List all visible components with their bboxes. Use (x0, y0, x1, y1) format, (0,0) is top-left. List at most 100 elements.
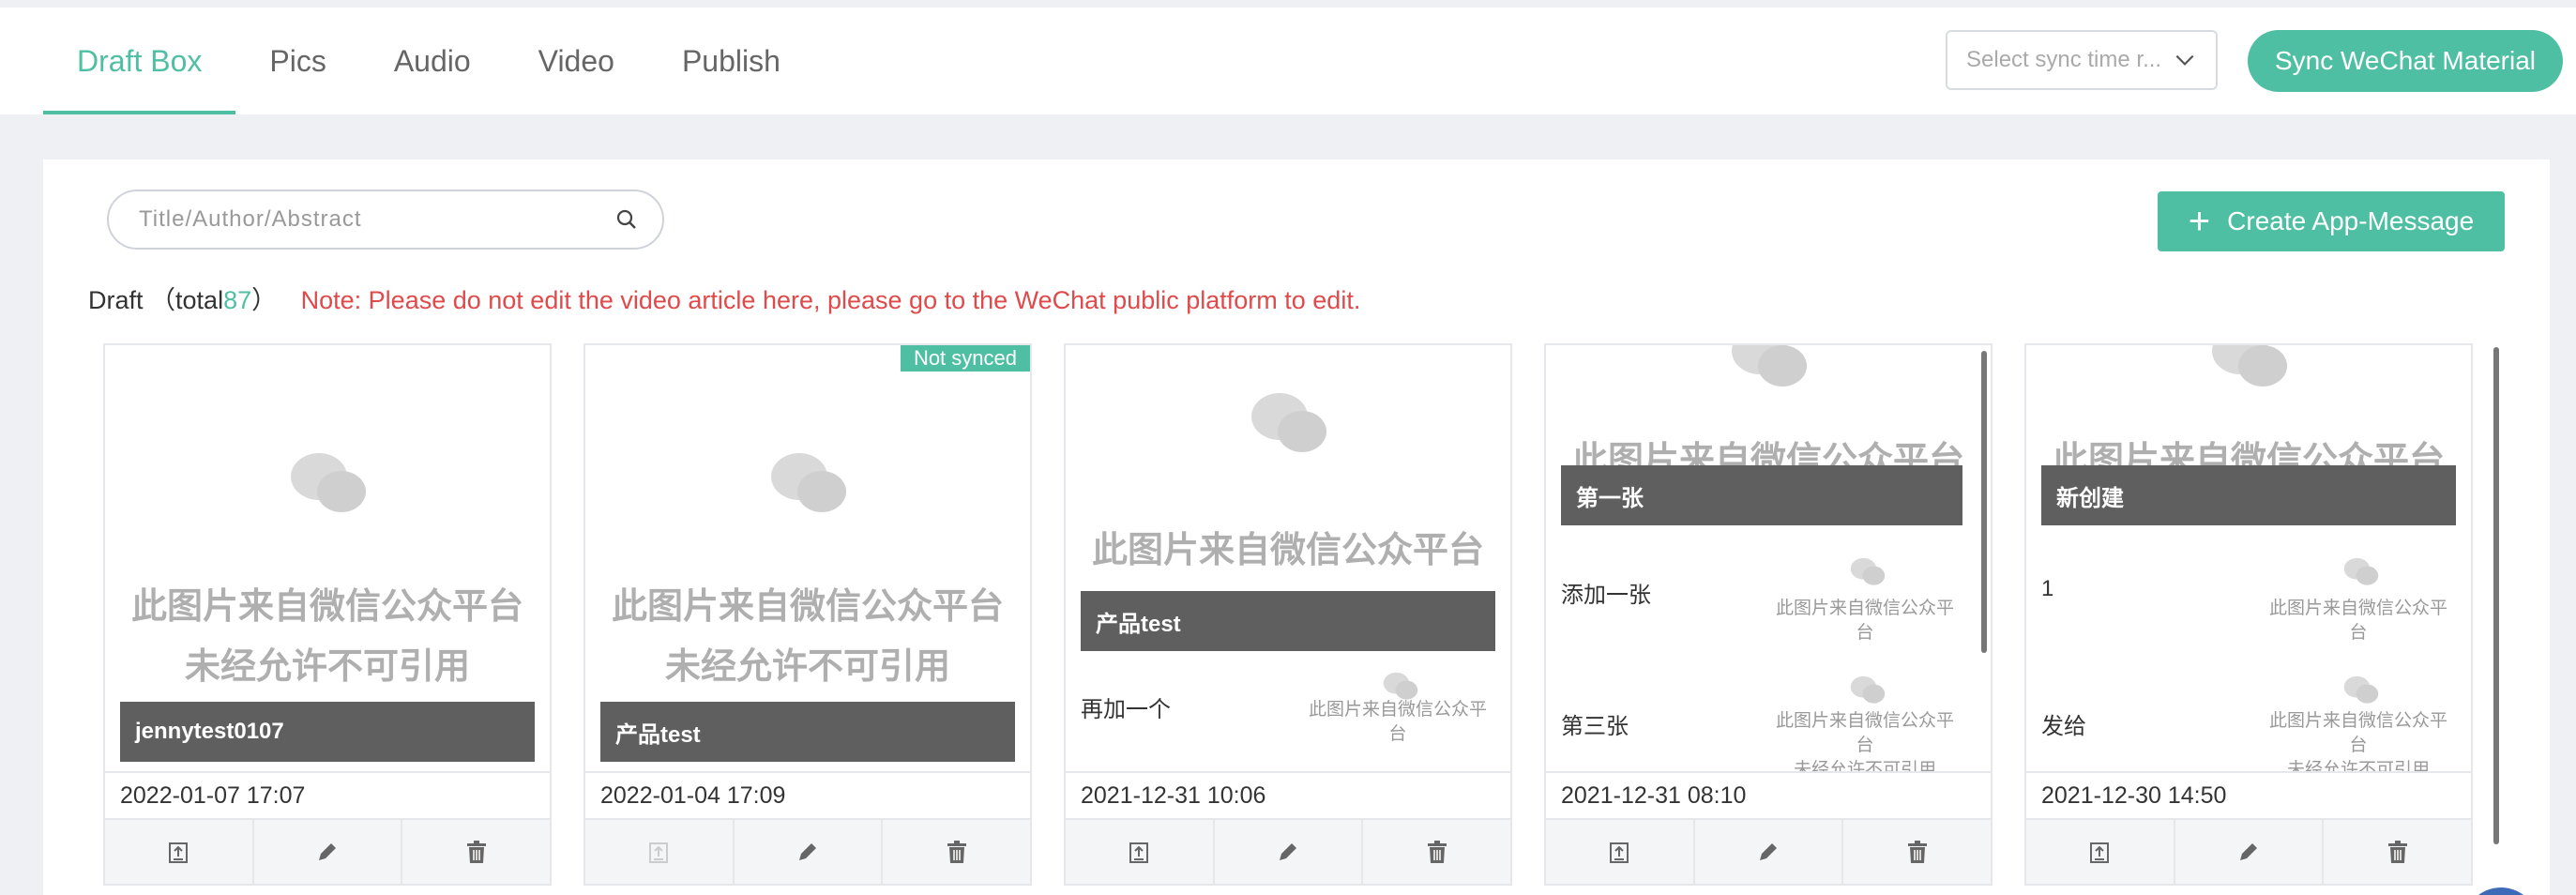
edit-pencil-icon (799, 843, 816, 860)
cover-image: 此图片来自微信公众平台未经允许不可引用 产品test 再加一个 此图片来自微信公… (1066, 345, 1510, 771)
card-date: 2022-01-07 17:07 (105, 771, 550, 818)
mini-placeholder: 此图片来自微信公众平台未经允许不可引用 (1767, 597, 1962, 644)
draft-card[interactable]: 此图片来自微信公众平台 第一张 添加一张 此图片来自微信公众平台未经允许不可引用… (1544, 343, 1993, 886)
total-prefix: （total (150, 286, 224, 314)
search-input[interactable] (139, 206, 615, 233)
delete-button[interactable] (1843, 820, 1991, 884)
mini-placeholder: 此图片来自微信公众平台未经允许不可引用 (1300, 698, 1495, 745)
placeholder-line-2: 未经允许不可引用 (664, 645, 950, 687)
draft-label: Draft (88, 286, 144, 314)
video-edit-note: Note: Please do not edit the video artic… (300, 286, 1361, 314)
sub-article[interactable]: 添加一张 此图片来自微信公众平台未经允许不可引用 (1561, 540, 1962, 643)
sub-article[interactable]: 再加一个 此图片来自微信公众平台未经允许不可引用 (1081, 670, 1495, 745)
wechat-logo-icon (1732, 345, 1807, 387)
delete-button[interactable] (402, 820, 550, 884)
mini-placeholder: 此图片来自微信公众平台未经允许不可引用 (2261, 597, 2456, 644)
edit-pencil-icon (1760, 843, 1777, 860)
mini-placeholder: 此图片来自微信公众平台未经允许不可引用 (1767, 709, 1962, 771)
tab-video[interactable]: Video (505, 8, 648, 114)
delete-button[interactable] (883, 820, 1030, 884)
sync-button[interactable] (1066, 820, 1215, 884)
placeholder-line-2: 未经允许不可引用 (184, 645, 470, 687)
mini-line-1: 此图片来自微信公众平台 (1775, 599, 1954, 643)
create-app-message-button[interactable]: + Create App-Message (2158, 191, 2505, 251)
delete-trash-icon (1427, 841, 1447, 863)
delete-button[interactable] (1363, 820, 1510, 884)
sub-article-title: 发给 (2041, 714, 2086, 739)
edit-button[interactable] (1695, 820, 1844, 884)
sub-article[interactable]: 发给 此图片来自微信公众平台 未经允许不可引用 (2041, 666, 2456, 771)
sync-button[interactable] (2026, 820, 2175, 884)
article-title: jennytest0107 (120, 702, 535, 762)
wechat-logo-icon (2343, 557, 2379, 585)
cover-image: 此图片来自微信公众平台 新创建 1 此图片来自微信公众平台未经允许不可引用 发给… (2026, 345, 2471, 771)
tab-draft-box[interactable]: Draft Box (43, 8, 236, 114)
draft-card[interactable]: 此图片来自微信公众平台 未经允许不可引用 产品test Not synced 20… (583, 343, 1032, 886)
sub-article-thumb: 此图片来自微信公众平台未经允许不可引用 (2261, 666, 2456, 771)
draft-card[interactable]: 此图片来自微信公众平台未经允许不可引用 产品test 再加一个 此图片来自微信公… (1064, 343, 1512, 886)
sub-article-thumb: 此图片来自微信公众平台未经允许不可引用 (1300, 670, 1495, 745)
search-icon[interactable] (615, 208, 638, 231)
mini-placeholder: 此图片来自微信公众平台未经允许不可引用 (2261, 709, 2456, 771)
sync-time-select[interactable]: Select sync time r... (1946, 30, 2218, 90)
edit-button[interactable] (2175, 820, 2325, 884)
delete-button[interactable] (2324, 820, 2471, 884)
wechat-logo-icon (1251, 393, 1326, 452)
cover-image: 此图片来自微信公众平台 未经允许不可引用 产品test (585, 345, 1030, 771)
article-title: 产品test (600, 702, 1015, 762)
sync-upload-icon (169, 842, 189, 863)
search-box (107, 190, 664, 250)
edit-pencil-icon (1280, 843, 1296, 860)
wechat-logo-icon (771, 453, 846, 512)
draft-card[interactable]: 此图片来自微信公众平台 未经允许不可引用 jennytest0107 2022-0… (103, 343, 552, 886)
wechat-logo-icon (1383, 672, 1418, 700)
list-scrollbar[interactable] (2493, 347, 2499, 844)
top-tab-bar: Draft Box Pics Audio Video Publish Selec… (0, 8, 2576, 114)
not-synced-badge: Not synced (900, 345, 1030, 372)
mini-line-1: 此图片来自微信公众平台 (1308, 700, 1487, 744)
sub-article[interactable]: 第三张 此图片来自微信公众平台未经允许不可引用 (1561, 666, 1962, 771)
card-actions (1546, 818, 1991, 884)
card-actions (1066, 818, 1510, 884)
placeholder-caption: 此图片来自微信公众平台未经允许不可引用 (105, 576, 550, 696)
placeholder-line-1: 此图片来自微信公众平台 (130, 585, 523, 627)
sync-upload-icon (2090, 842, 2110, 863)
wechat-logo-icon (2212, 345, 2287, 387)
edit-button[interactable] (735, 820, 884, 884)
placeholder-caption: 此图片来自微信公众平台未经允许不可引用 (585, 576, 1030, 696)
chevron-down-icon (2175, 54, 2194, 66)
sync-button (585, 820, 735, 884)
sync-button[interactable] (1546, 820, 1695, 884)
delete-trash-icon (2387, 841, 2407, 863)
sub-article-title: 第三张 (1561, 714, 1629, 739)
tab-pics[interactable]: Pics (235, 8, 359, 114)
wechat-logo-icon (1850, 675, 1886, 704)
delete-trash-icon (466, 841, 486, 863)
cover-image: 此图片来自微信公众平台 未经允许不可引用 jennytest0107 (105, 345, 550, 771)
card-date: 2022-01-04 17:09 (585, 771, 1030, 818)
sync-upload-icon (649, 842, 669, 863)
sub-article[interactable]: 1 此图片来自微信公众平台未经允许不可引用 (2041, 540, 2456, 643)
draft-panel: + Create App-Message Draft （total87） Not… (43, 159, 2550, 895)
card-scrollbar[interactable] (1981, 351, 1987, 653)
delete-trash-icon (1907, 841, 1927, 863)
tab-audio[interactable]: Audio (360, 8, 505, 114)
sync-wechat-material-button[interactable]: Sync WeChat Material (2248, 30, 2563, 92)
plus-icon: + (2188, 201, 2211, 242)
wechat-logo-icon (291, 453, 366, 512)
sub-article-title: 再加一个 (1081, 697, 1171, 722)
mini-line-1: 此图片来自微信公众平台 (2268, 599, 2447, 643)
placeholder-line-1: 此图片来自微信公众平台 (611, 585, 1004, 627)
placeholder-line-1: 此图片来自微信公众平台 (1091, 529, 1484, 570)
mini-line-2: 未经允许不可引用 (1793, 760, 1936, 771)
tab-publish[interactable]: Publish (648, 8, 814, 114)
draft-card[interactable]: 此图片来自微信公众平台 新创建 1 此图片来自微信公众平台未经允许不可引用 发给… (2024, 343, 2473, 886)
mini-line-1: 此图片来自微信公众平台 (1775, 711, 1954, 755)
edit-button[interactable] (1215, 820, 1364, 884)
edit-button[interactable] (254, 820, 403, 884)
edit-pencil-icon (319, 843, 336, 860)
card-actions (105, 818, 550, 884)
cover-image: 此图片来自微信公众平台 第一张 添加一张 此图片来自微信公众平台未经允许不可引用… (1546, 345, 1991, 771)
sync-button[interactable] (105, 820, 254, 884)
create-button-label: Create App-Message (2227, 206, 2475, 235)
